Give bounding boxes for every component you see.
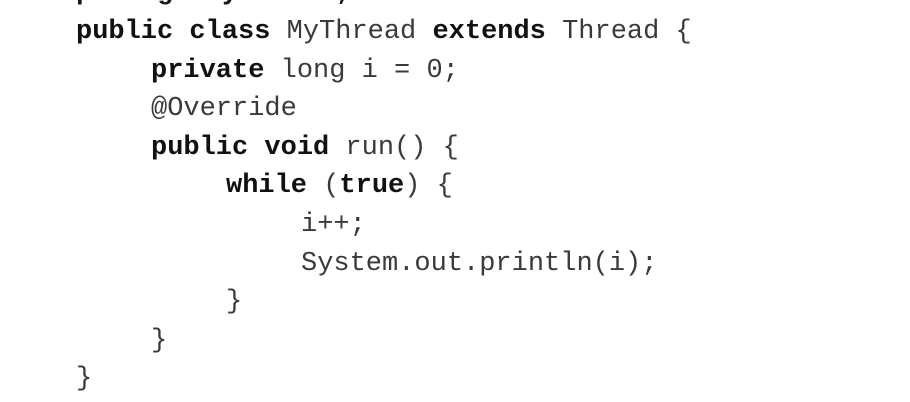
code-text: ) { [404,171,453,202]
code-text: ( [307,171,340,202]
code-line: } [151,322,167,360]
code-line: i++; [301,206,366,244]
code-text: } [76,364,93,395]
code-text: MyThread [270,17,433,47]
code-keyword: public void [151,132,330,163]
code-line: System.out.println(i); [301,245,657,283]
code-listing: package mythread; public class MyThread … [0,0,910,402]
code-text: } [226,287,243,318]
code-keyword: private [151,55,265,86]
code-line: public class MyThread extends Thread { [76,13,692,51]
code-line: } [226,283,242,321]
code-text: Thread { [545,17,692,47]
code-text: @Override [151,94,297,125]
code-keyword: public class [76,17,271,47]
code-keyword: while [226,171,308,202]
code-line: private long i = 0; [151,52,459,90]
code-text: i++; [301,210,366,240]
code-text: long i = 0; [264,55,459,86]
code-text: } [151,325,168,356]
code-keyword: extends [432,17,546,47]
partial-top-line: package mythread; [76,0,351,12]
code-text: System.out.println(i); [301,248,658,279]
code-line: public void run() { [151,129,459,167]
code-line: while (true) { [226,167,453,205]
code-line: } [76,360,92,398]
code-keyword: true [339,171,405,202]
code-text: run() { [329,132,459,163]
code-line: @Override [151,90,297,128]
